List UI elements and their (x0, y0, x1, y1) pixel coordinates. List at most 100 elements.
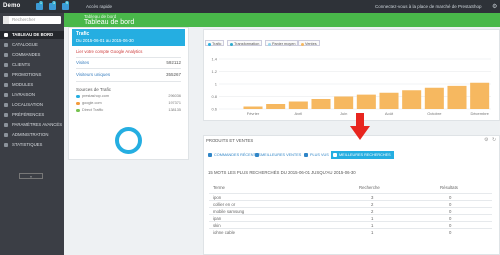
sidebar-item-label: Commandes (12, 52, 41, 57)
refresh-icon[interactable]: ↻ (492, 137, 496, 143)
sales-bar[interactable] (424, 87, 444, 109)
sales-bar[interactable] (243, 106, 263, 110)
table-row: ipon 3 0 (209, 193, 492, 200)
customers-count-badge: 3 (52, 1, 56, 5)
visits-label: Visites (76, 60, 90, 65)
sidebar-item-catalog[interactable]: Catalogue (0, 41, 64, 49)
legend-conversion[interactable]: Transformation (227, 40, 263, 46)
legend-label: Panier moyen (272, 42, 296, 46)
sales-bar-chart: 1.4 1.2 1 0.8 0.6 Février Avril Juin Août Octobre… (211, 57, 491, 116)
sidebar-item-label: Localisation (12, 102, 43, 107)
divider (76, 68, 181, 69)
tab-best-sellers[interactable]: Meilleures ventes (255, 151, 301, 159)
column-header-searches[interactable]: Recherche (359, 185, 380, 190)
top-bar: Demo 1 3 9 Accès rapide Connectez-vous à… (0, 0, 500, 13)
sidebar-item-label: Promotions (12, 72, 42, 77)
y-tick-label: 0.8 (211, 94, 217, 99)
messages-count-badge: 9 (65, 1, 69, 5)
source-color-dot (76, 94, 80, 98)
sales-bar[interactable] (288, 101, 308, 110)
y-tick-label: 1 (215, 82, 218, 87)
x-tick-label: Février (247, 111, 260, 116)
source-value: 197371 (168, 101, 181, 105)
sidebar-item-dashboard[interactable]: Tableau de bord (0, 31, 64, 39)
sidebar-item-preferences[interactable]: Préférences (0, 111, 64, 119)
sidebar-item-label: Administration (12, 132, 49, 137)
sidebar-item-localization[interactable]: Localisation (0, 101, 64, 109)
search-input[interactable]: Rechercher (3, 16, 61, 24)
sales-bar[interactable] (447, 85, 467, 109)
legend-sales[interactable]: Ventes (298, 40, 320, 46)
tab-top-searches[interactable]: Meilleures recherches (331, 151, 394, 159)
shipping-icon (4, 93, 8, 97)
page-header: Tableau de bord Tableau de bord (64, 13, 500, 27)
sidebar-item-customers[interactable]: Clients (0, 61, 64, 69)
red-down-arrow-icon (350, 113, 370, 140)
visits-value: 592112 (166, 60, 181, 65)
sidebar: Rechercher Tableau de bord Catalogue Com… (0, 13, 64, 255)
source-name[interactable]: prestashop.com (82, 94, 109, 98)
traffic-header: Trafic Du 2015-06-01 au 2015-06-30 (72, 29, 185, 46)
gear-icon[interactable]: ⚙ (492, 3, 497, 10)
sidebar-item-advanced-parameters[interactable]: Paramètres avancés (0, 121, 64, 129)
sidebar-item-orders[interactable]: Commandes (0, 51, 64, 59)
sales-bar[interactable] (402, 90, 422, 109)
modules-icon (4, 83, 8, 87)
tab-label: Plus vus (310, 153, 329, 157)
source-name[interactable]: google.com (82, 101, 102, 105)
result-count: 0 (449, 230, 452, 235)
divider (76, 81, 181, 82)
localization-icon (4, 103, 8, 107)
sidebar-item-label: Clients (12, 62, 31, 67)
sidebar-item-label: Statistiques (12, 142, 43, 147)
x-tick-label: Août (385, 111, 394, 116)
sidebar-item-label: Livraison (12, 92, 35, 97)
traffic-title: Trafic (76, 31, 90, 37)
sidebar-item-statistics[interactable]: Statistiques (0, 141, 64, 149)
tab-recent-orders[interactable]: Commandes récentes (208, 151, 261, 159)
sidebar-item-modules[interactable]: Modules (0, 81, 64, 89)
column-header-term[interactable]: Terme (213, 185, 225, 190)
orders-notification-icon[interactable]: 1 (36, 1, 43, 10)
sidebar-item-label: Tableau de bord (12, 32, 54, 37)
x-tick-label: Octobre (427, 111, 442, 116)
source-color-dot (76, 108, 80, 112)
source-value: 138135 (168, 108, 181, 112)
source-name: Direct Traffic (82, 108, 104, 112)
search-term: iohne cable (213, 230, 235, 235)
customers-icon (4, 63, 8, 67)
sales-bar[interactable] (311, 99, 331, 109)
messages-notification-icon[interactable]: 9 (62, 1, 69, 10)
search-icon (333, 153, 337, 157)
sidebar-item-promotions[interactable]: Promotions (0, 71, 64, 79)
sales-bar[interactable] (334, 96, 354, 110)
shop-name[interactable]: Demo (3, 3, 20, 9)
y-tick-label: 1.4 (211, 57, 217, 62)
sales-bar[interactable] (266, 104, 286, 109)
customers-notification-icon[interactable]: 3 (49, 1, 56, 10)
table-row: collier en or 2 0 (209, 200, 492, 207)
collapse-sidebar-button[interactable]: « (19, 173, 43, 179)
legend-average-cart[interactable]: Panier moyen (265, 40, 299, 46)
marketplace-link[interactable]: Connectez-vous à la place de marché de P… (375, 4, 482, 9)
tab-most-viewed[interactable]: Plus vus (304, 151, 329, 159)
sales-bar[interactable] (470, 82, 490, 109)
legend-swatch (207, 42, 211, 46)
quick-access-menu[interactable]: Accès rapide (86, 4, 112, 9)
products-panel-title: Produits et ventes (206, 138, 254, 143)
unique-visitors-value: 355267 (165, 72, 181, 77)
sidebar-item-shipping[interactable]: Livraison (0, 91, 64, 99)
settings-icon[interactable]: ⚙ (484, 137, 488, 143)
search-scope-dropdown[interactable] (3, 16, 9, 24)
table-row: skin 1 0 (209, 221, 492, 228)
traffic-period: Du 2015-06-01 au 2015-06-30 (76, 38, 134, 43)
traffic-donut-chart (115, 127, 142, 154)
column-header-results[interactable]: Résultats (440, 185, 458, 190)
table-row: mobile samsung 2 0 (209, 207, 492, 214)
sidebar-item-administration[interactable]: Administration (0, 131, 64, 139)
sales-bar[interactable] (356, 94, 376, 109)
legend-swatch (300, 42, 304, 46)
legend-traffic[interactable]: Trafic (205, 40, 225, 46)
sales-bar[interactable] (379, 92, 399, 109)
google-analytics-link[interactable]: Lier votre compte Google Analytics (76, 49, 142, 54)
